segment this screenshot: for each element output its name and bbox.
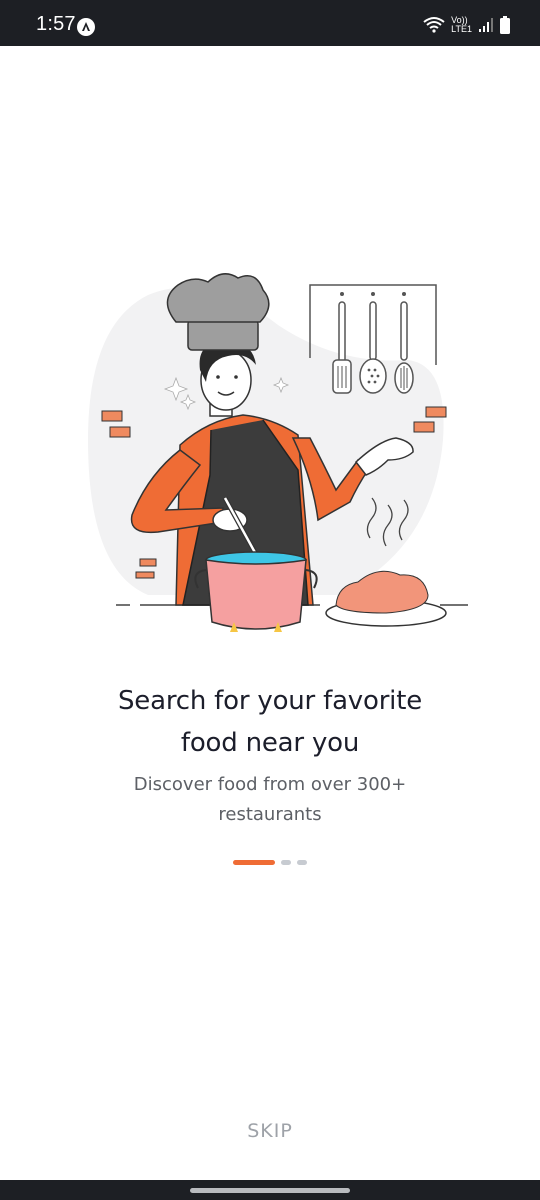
signal-icon [479,18,493,32]
onboarding-title: Search for your favorite food near you [0,680,540,764]
app-notification-icon [77,18,95,36]
volte-bottom: LTE1 [451,24,472,34]
subtitle-line-2: restaurants [218,804,322,825]
battery-icon [500,16,510,34]
title-line-2: food near you [180,728,360,758]
page-indicator [0,860,540,865]
page-dot-2[interactable] [281,860,291,865]
subtitle-line-1: Discover food from over 300+ [133,774,407,795]
volte-indicator: Vo)) LTE1 [451,16,472,34]
navigation-bar [0,1180,540,1200]
page-dot-1[interactable] [233,860,275,865]
home-gesture-handle[interactable] [190,1188,350,1193]
wifi-icon [423,17,445,33]
chef-cooking-illustration [88,273,468,632]
status-icons: Vo)) LTE1 [423,14,510,36]
page-dot-3[interactable] [297,860,307,865]
status-time: 1:57 [36,13,76,35]
skip-button[interactable]: SKIP [0,1120,540,1142]
status-bar: 1:57 Vo)) LTE1 [0,0,540,46]
title-line-1: Search for your favorite [117,686,422,716]
onboarding-subtitle: Discover food from over 300+ restaurants [0,770,540,830]
cooking-pot-icon [194,551,318,632]
